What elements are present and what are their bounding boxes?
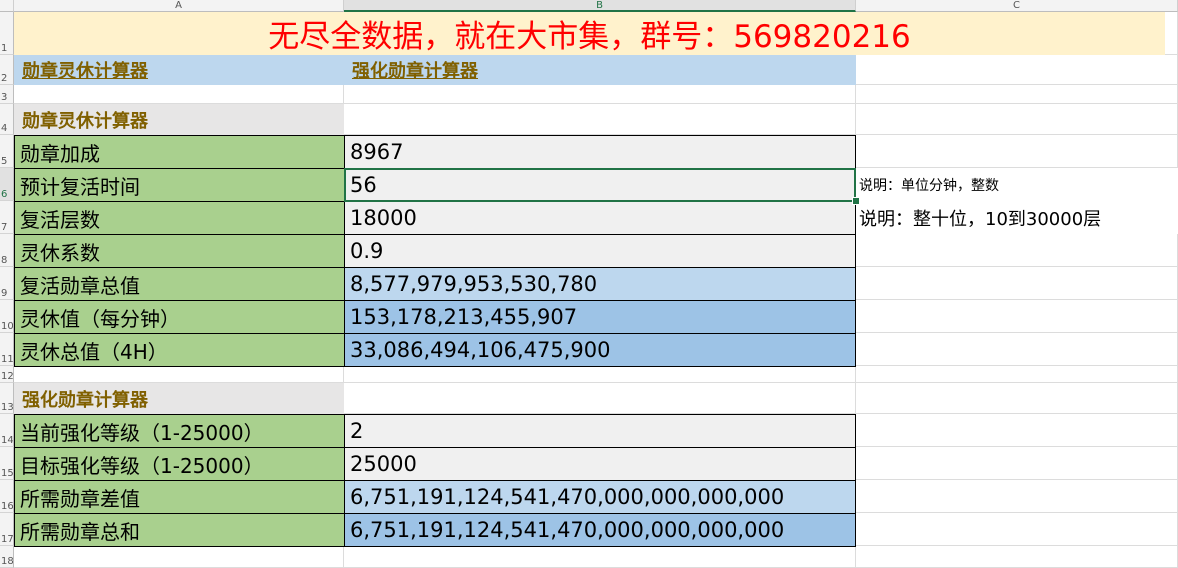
note-revive-time[interactable]: 说明：单位分钟，整数 (856, 168, 1178, 201)
empty-cell[interactable] (856, 383, 1178, 414)
empty-cell[interactable] (344, 547, 856, 568)
empty-cell[interactable] (856, 333, 1178, 366)
label-revive-time[interactable]: 预计复活时间 (14, 168, 345, 202)
empty-cell[interactable] (856, 513, 1178, 546)
row-header[interactable]: 11 (0, 333, 14, 366)
empty-cell[interactable] (856, 480, 1178, 513)
empty-cell[interactable] (856, 267, 1178, 300)
empty-cell[interactable] (856, 366, 1178, 383)
empty-cell[interactable] (856, 85, 1178, 104)
note-revive-layers[interactable]: 说明：整十位，10到30000层 (856, 201, 1178, 234)
section-title-enhance[interactable]: 强化勋章计算器 (14, 383, 344, 414)
result-medal-sum[interactable]: 6,751,191,124,541,470,000,000,000,000 (344, 513, 856, 547)
empty-cell[interactable] (856, 447, 1178, 480)
label-revive-medal-total[interactable]: 复活勋章总值 (14, 267, 345, 301)
column-header-b[interactable]: B (344, 0, 856, 12)
empty-cell[interactable] (856, 55, 1178, 85)
label-medal-sum[interactable]: 所需勋章总和 (14, 513, 345, 547)
row-header[interactable]: 17 (0, 513, 14, 546)
input-rest-coefficient[interactable]: 0.9 (344, 234, 856, 268)
label-rest-coefficient[interactable]: 灵休系数 (14, 234, 345, 268)
row-header[interactable]: 3 (0, 85, 14, 104)
input-target-level[interactable]: 25000 (344, 447, 856, 481)
input-revive-time[interactable]: 56 (344, 168, 856, 202)
label-medal-difference[interactable]: 所需勋章差值 (14, 480, 345, 514)
row-header[interactable]: 13 (0, 383, 14, 414)
row-header[interactable]: 15 (0, 447, 14, 480)
label-rest-total-4h[interactable]: 灵休总值（4H） (14, 333, 345, 367)
label-revive-layers[interactable]: 复活层数 (14, 201, 345, 235)
empty-cell[interactable] (344, 383, 856, 414)
enhance-calc-link[interactable]: 强化勋章计算器 (344, 55, 856, 85)
result-rest-per-minute[interactable]: 153,178,213,455,907 (344, 300, 856, 334)
result-medal-difference[interactable]: 6,751,191,124,541,470,000,000,000,000 (344, 480, 856, 514)
column-header-a[interactable]: A (14, 0, 344, 12)
label-medal-bonus[interactable]: 勋章加成 (14, 135, 345, 169)
input-revive-layers[interactable]: 18000 (344, 201, 856, 235)
empty-cell[interactable] (856, 135, 1178, 168)
result-rest-total-4h[interactable]: 33,086,494,106,475,900 (344, 333, 856, 367)
row-header[interactable]: 7 (0, 201, 14, 234)
fill-handle[interactable] (852, 197, 860, 205)
empty-cell[interactable] (856, 234, 1178, 267)
row-header[interactable]: 9 (0, 267, 14, 300)
row-header[interactable]: 2 (0, 55, 14, 85)
empty-cell[interactable] (344, 367, 856, 383)
empty-cell[interactable] (14, 85, 344, 104)
empty-cell[interactable] (344, 104, 856, 135)
row-header[interactable]: 4 (0, 104, 14, 135)
row-header[interactable]: 6 (0, 168, 14, 201)
row-header[interactable]: 1 (0, 12, 14, 55)
row-header[interactable]: 14 (0, 414, 14, 447)
row-header[interactable]: 8 (0, 234, 14, 267)
empty-cell[interactable] (1165, 12, 1178, 55)
row-header[interactable]: 12 (0, 366, 14, 383)
empty-cell[interactable] (856, 414, 1178, 447)
spreadsheet: A B C 1 2 3 4 5 6 7 8 9 10 11 12 13 14 1… (0, 0, 1178, 568)
empty-cell[interactable] (14, 367, 344, 383)
select-all-corner[interactable] (0, 0, 14, 12)
label-rest-per-minute[interactable]: 灵休值（每分钟） (14, 300, 345, 334)
input-medal-bonus[interactable]: 8967 (344, 135, 856, 169)
empty-cell[interactable] (856, 300, 1178, 333)
label-target-level[interactable]: 目标强化等级（1-25000） (14, 447, 345, 481)
empty-cell[interactable] (344, 85, 856, 104)
column-header-c[interactable]: C (856, 0, 1178, 12)
empty-cell[interactable] (856, 546, 1178, 568)
result-revive-medal-total[interactable]: 8,577,979,953,530,780 (344, 267, 856, 301)
banner-cell[interactable]: 无尽全数据，就在大市集，群号：569820216 (14, 12, 1165, 55)
empty-cell[interactable] (856, 104, 1178, 135)
label-current-level[interactable]: 当前强化等级（1-25000） (14, 414, 345, 448)
row-header[interactable]: 18 (0, 546, 14, 568)
row-header[interactable]: 10 (0, 300, 14, 333)
input-current-level[interactable]: 2 (344, 414, 856, 448)
row-header[interactable]: 5 (0, 135, 14, 168)
medal-calc-link[interactable]: 勋章灵休计算器 (14, 55, 344, 85)
row-header[interactable]: 16 (0, 480, 14, 513)
empty-cell[interactable] (14, 547, 344, 568)
section-title-medal[interactable]: 勋章灵休计算器 (14, 104, 344, 135)
